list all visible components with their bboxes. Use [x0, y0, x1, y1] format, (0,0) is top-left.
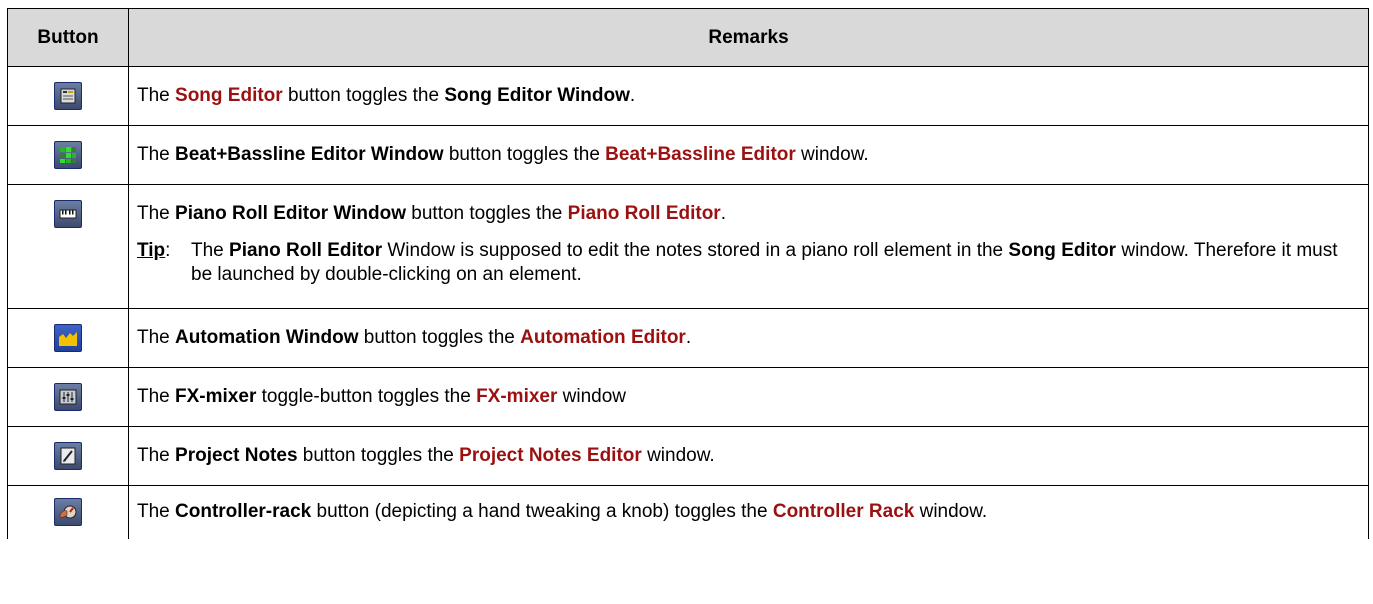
remarks-cell: The Piano Roll Editor Window button togg…	[128, 184, 1369, 309]
fx-mixer-icon	[54, 383, 82, 411]
table-row: The Project Notes button toggles the Pro…	[7, 426, 1369, 486]
tip-text: The Piano Roll Editor Window is supposed…	[191, 240, 1338, 285]
table-row: The Automation Window button toggles the…	[7, 308, 1369, 368]
beat-bassline-editor-link[interactable]: Beat+Bassline Editor	[605, 144, 796, 165]
fx-mixer-link[interactable]: FX-mixer	[476, 386, 557, 407]
button-cell	[7, 125, 129, 185]
remarks-cell: The Automation Window button toggles the…	[128, 308, 1369, 368]
column-header-remarks: Remarks	[128, 8, 1369, 67]
beat-bassline-editor-icon	[54, 141, 82, 169]
toolbar-buttons-table: Button Remarks The Song Editor button to…	[7, 8, 1369, 539]
remarks-cell: The Beat+Bassline Editor Window button t…	[128, 125, 1369, 185]
button-cell	[7, 66, 129, 126]
remarks-cell: The FX-mixer toggle-button toggles the F…	[128, 367, 1369, 427]
button-cell	[7, 426, 129, 486]
song-editor-link[interactable]: Song Editor	[175, 85, 283, 106]
column-header-button: Button	[7, 8, 129, 67]
tip-note: Tip: The Piano Roll Editor Window is sup…	[137, 239, 1360, 287]
controller-rack-link[interactable]: Controller Rack	[773, 501, 914, 522]
button-cell	[7, 367, 129, 427]
button-cell	[7, 184, 129, 309]
table-row: The Controller-rack button (depicting a …	[7, 485, 1369, 539]
table-row: The Piano Roll Editor Window button togg…	[7, 184, 1369, 309]
table-row: The FX-mixer toggle-button toggles the F…	[7, 367, 1369, 427]
remarks-cell: The Controller-rack button (depicting a …	[128, 485, 1369, 539]
remarks-cell: The Song Editor button toggles the Song …	[128, 66, 1369, 126]
song-editor-icon	[54, 82, 82, 110]
project-notes-editor-link[interactable]: Project Notes Editor	[459, 445, 642, 466]
automation-icon	[54, 324, 82, 352]
controller-rack-icon	[54, 498, 82, 526]
piano-roll-editor-link[interactable]: Piano Roll Editor	[568, 203, 721, 224]
piano-roll-icon	[54, 200, 82, 228]
table-row: The Beat+Bassline Editor Window button t…	[7, 125, 1369, 185]
table-row: The Song Editor button toggles the Song …	[7, 66, 1369, 126]
project-notes-icon	[54, 442, 82, 470]
header-row: Button Remarks	[7, 8, 1369, 67]
automation-editor-link[interactable]: Automation Editor	[520, 327, 686, 348]
button-cell	[7, 485, 129, 539]
button-cell	[7, 308, 129, 368]
remarks-cell: The Project Notes button toggles the Pro…	[128, 426, 1369, 486]
tip-label: Tip:	[137, 240, 171, 261]
